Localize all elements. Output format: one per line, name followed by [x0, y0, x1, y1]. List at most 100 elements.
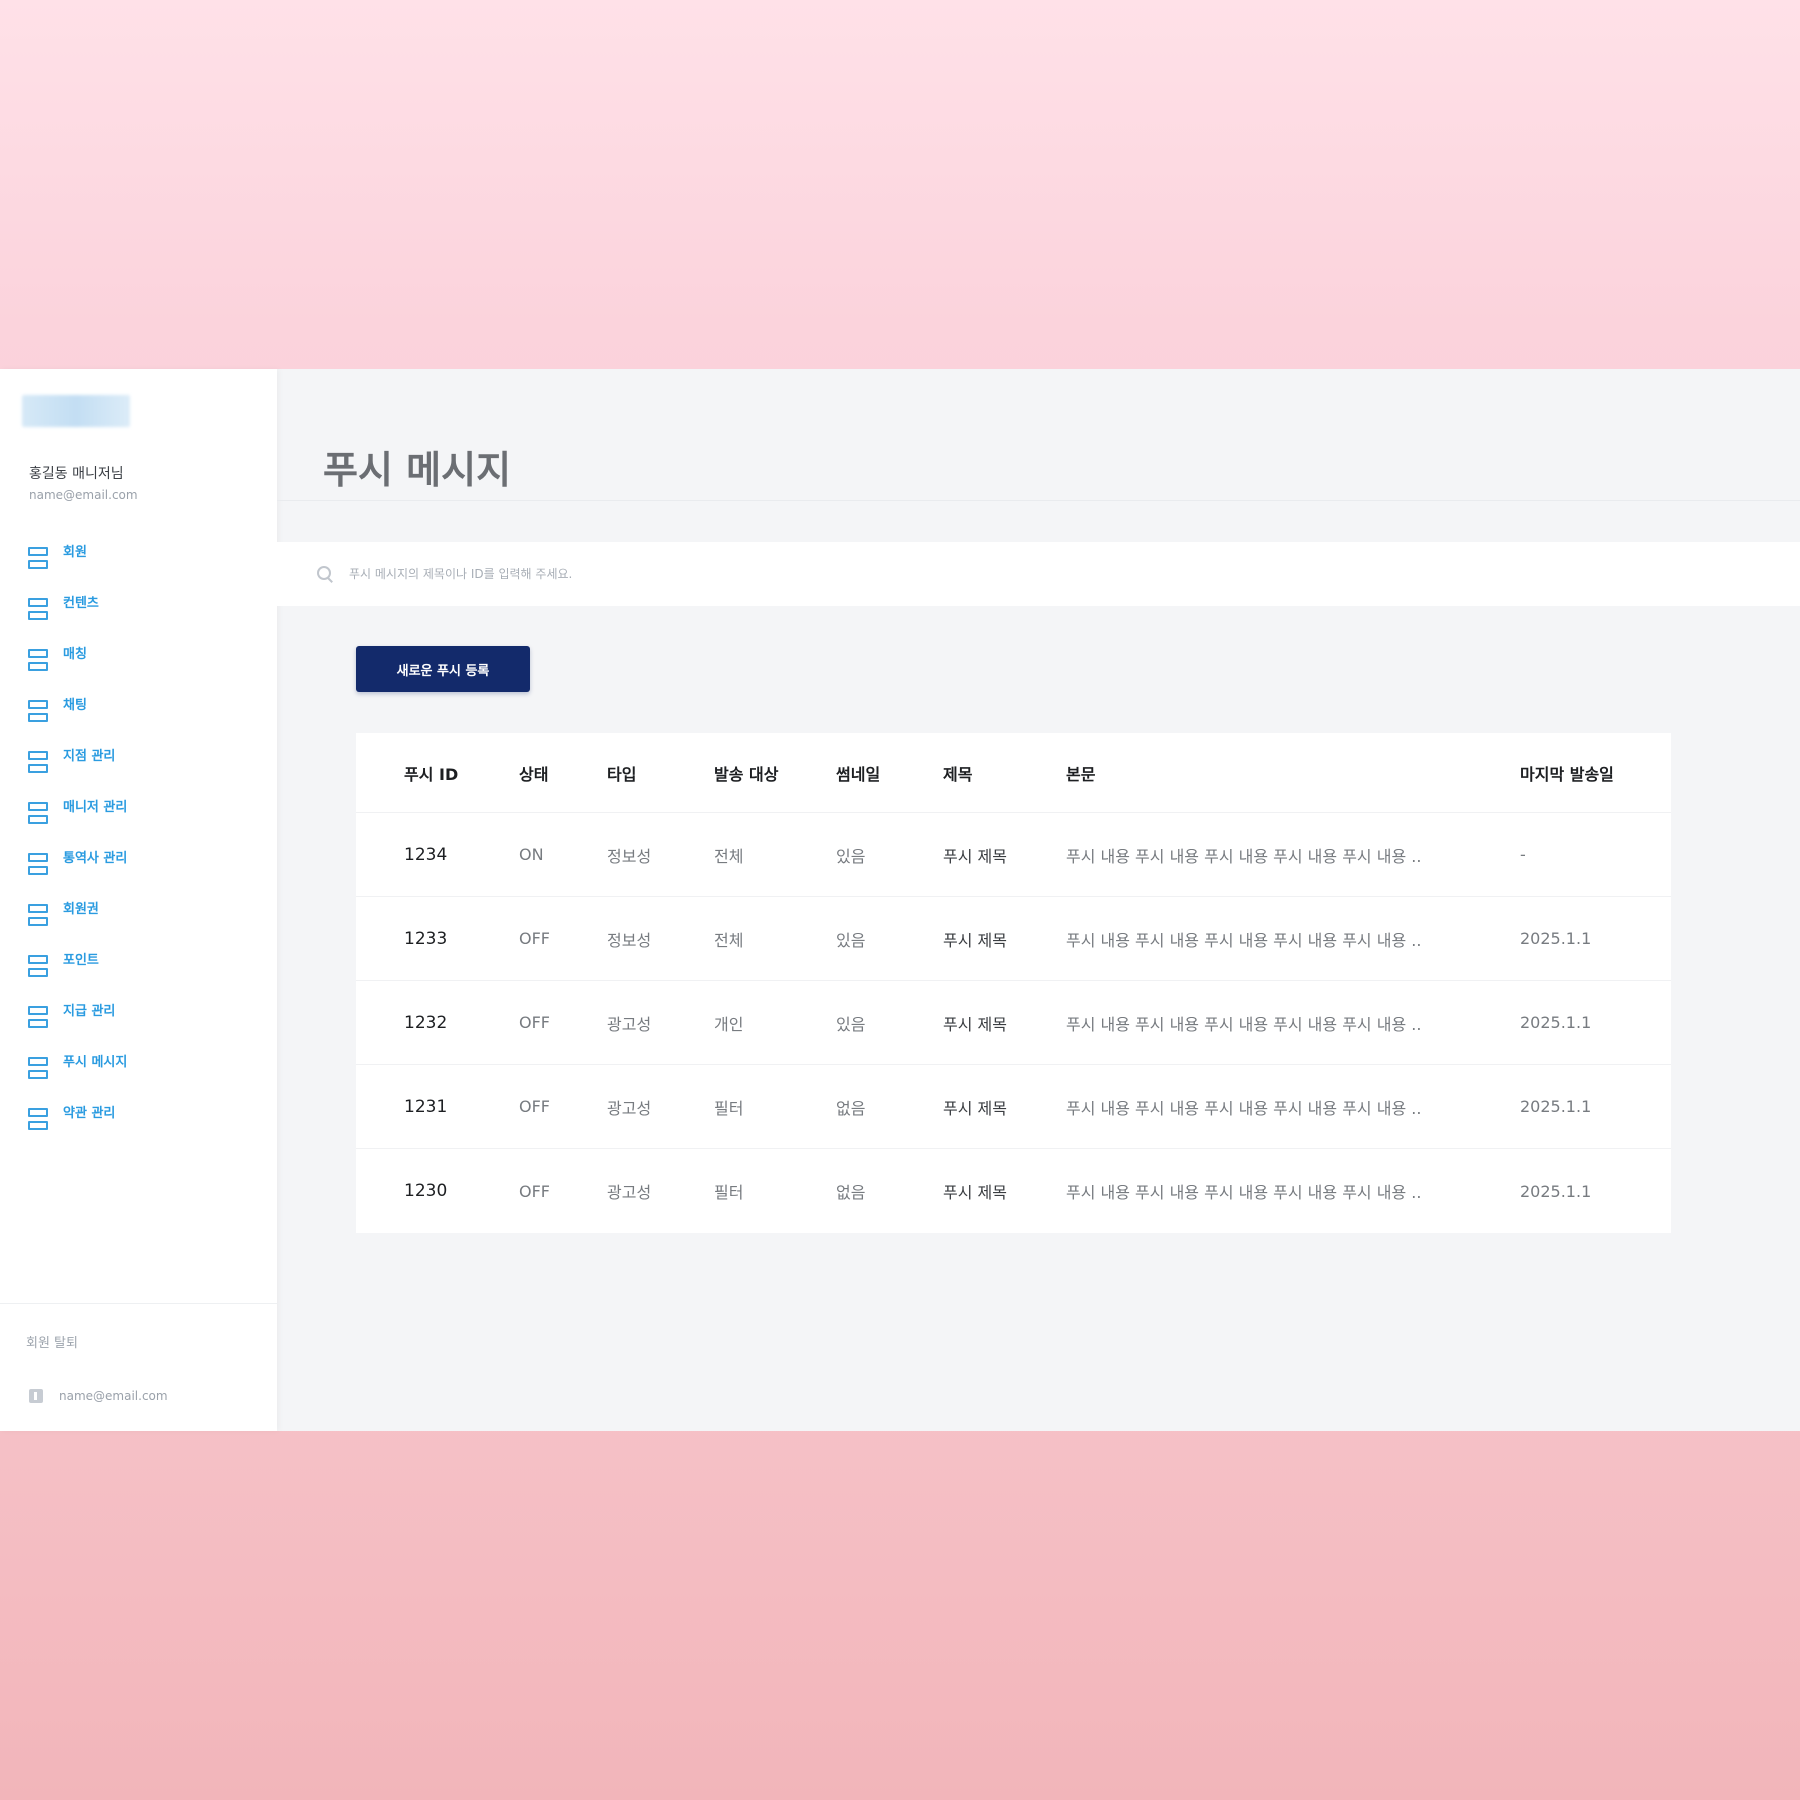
cell-status: OFF — [519, 1097, 550, 1116]
sidebar-item-label: 매니저 관리 — [63, 800, 128, 815]
list-icon — [28, 598, 48, 620]
sidebar-menu: 회원 컨텐츠 매칭 채팅 지점 관리 매니저 관리 통역사 관리 회원권 포인트… — [28, 541, 127, 1153]
footer-email: name@email.com — [59, 1389, 168, 1403]
cell-body: 푸시 내용 푸시 내용 푸시 내용 푸시 내용 푸시 내용 .. — [1066, 1183, 1422, 1202]
sidebar-item-label: 지점 관리 — [63, 749, 116, 764]
cell-thumbnail: 있음 — [836, 930, 866, 950]
sidebar-item-points[interactable]: 포인트 — [28, 949, 127, 1000]
cell-last-sent: 2025.1.1 — [1520, 1013, 1592, 1032]
list-icon — [28, 1006, 48, 1028]
sidebar-item-memberships[interactable]: 회원권 — [28, 898, 127, 949]
list-icon — [28, 700, 48, 722]
sidebar-item-label: 약관 관리 — [63, 1106, 116, 1121]
cell-title: 푸시 제목 — [943, 1183, 1007, 1202]
list-icon — [28, 904, 48, 926]
page-title: 푸시 메시지 — [323, 448, 512, 492]
cell-title: 푸시 제목 — [943, 930, 1007, 950]
withdraw-link[interactable]: 회원 탈퇴 — [26, 1332, 78, 1351]
push-table: 푸시 ID 상태 타입 발송 대상 썸네일 제목 본문 마지막 발송일 1234… — [356, 733, 1671, 1233]
list-icon — [28, 853, 48, 875]
cell-status: ON — [519, 845, 544, 864]
cell-type: 광고성 — [607, 1014, 652, 1034]
user-email: name@email.com — [29, 488, 138, 502]
sidebar-item-contents[interactable]: 컨텐츠 — [28, 592, 127, 643]
cell-target: 필터 — [714, 1098, 744, 1118]
cell-id: 1230 — [404, 1181, 448, 1201]
list-icon — [28, 1057, 48, 1079]
cell-title: 푸시 제목 — [943, 1014, 1007, 1034]
logo — [22, 395, 130, 427]
sidebar-item-terms[interactable]: 약관 관리 — [28, 1102, 127, 1153]
cell-type: 정보성 — [607, 930, 652, 950]
sidebar-item-matching[interactable]: 매칭 — [28, 643, 127, 694]
list-icon — [28, 802, 48, 824]
sidebar-item-label: 채팅 — [63, 698, 87, 713]
table-row[interactable]: 1232 OFF 광고성 개인 있음 푸시 제목 푸시 내용 푸시 내용 푸시 … — [356, 981, 1671, 1065]
cell-status: OFF — [519, 1181, 550, 1201]
sidebar-item-label: 통역사 관리 — [63, 851, 128, 866]
sidebar-item-members[interactable]: 회원 — [28, 541, 127, 592]
list-icon — [28, 751, 48, 773]
cell-target: 전체 — [714, 846, 744, 866]
new-push-button[interactable]: 새로운 푸시 등록 — [356, 646, 530, 692]
sidebar-item-label: 회원 — [63, 545, 87, 560]
cell-last-sent: 2025.1.1 — [1520, 1097, 1592, 1116]
search-input[interactable] — [349, 567, 1249, 581]
cell-title: 푸시 제목 — [943, 846, 1007, 866]
cell-body: 푸시 내용 푸시 내용 푸시 내용 푸시 내용 푸시 내용 .. — [1066, 1014, 1422, 1034]
header-title[interactable]: 제목 — [943, 761, 1066, 785]
header-target[interactable]: 발송 대상 — [714, 761, 836, 785]
cell-target: 개인 — [714, 1014, 744, 1034]
sidebar-footer: 회원 탈퇴 name@email.com — [0, 1303, 277, 1431]
cell-type: 광고성 — [607, 1098, 652, 1118]
list-icon — [28, 649, 48, 671]
cell-status: OFF — [519, 929, 550, 948]
table-row[interactable]: 1233 OFF 정보성 전체 있음 푸시 제목 푸시 내용 푸시 내용 푸시 … — [356, 897, 1671, 981]
header-last-sent[interactable]: 마지막 발송일 — [1520, 761, 1670, 785]
sidebar-item-label: 회원권 — [63, 902, 99, 917]
sidebar-item-chat[interactable]: 채팅 — [28, 694, 127, 745]
user-name: 홍길동 매니저님 — [29, 466, 124, 482]
header-id[interactable]: 푸시 ID — [356, 761, 519, 785]
sidebar-item-label: 컨텐츠 — [63, 596, 99, 611]
list-icon — [28, 1108, 48, 1130]
cell-id: 1233 — [404, 928, 448, 949]
cell-last-sent: - — [1520, 845, 1526, 864]
cell-thumbnail: 없음 — [836, 1098, 866, 1118]
cell-status: OFF — [519, 1013, 550, 1032]
table-row[interactable]: 1231 OFF 광고성 필터 없음 푸시 제목 푸시 내용 푸시 내용 푸시 … — [356, 1065, 1671, 1149]
cell-last-sent: 2025.1.1 — [1520, 929, 1592, 948]
cell-thumbnail: 있음 — [836, 846, 866, 866]
header-type[interactable]: 타입 — [607, 761, 714, 785]
sidebar-item-label: 푸시 메시지 — [63, 1055, 128, 1070]
header-body[interactable]: 본문 — [1066, 761, 1520, 785]
cell-type: 정보성 — [607, 846, 652, 866]
cell-thumbnail: 없음 — [836, 1183, 866, 1202]
cell-id: 1232 — [404, 1012, 448, 1033]
cell-id: 1231 — [404, 1096, 448, 1117]
cell-thumbnail: 있음 — [836, 1014, 866, 1034]
cell-id: 1234 — [404, 844, 448, 865]
list-icon — [28, 955, 48, 977]
table-row[interactable]: 1230 OFF 광고성 필터 없음 푸시 제목 푸시 내용 푸시 내용 푸시 … — [356, 1149, 1671, 1233]
sidebar-item-payouts[interactable]: 지급 관리 — [28, 1000, 127, 1051]
header-thumbnail[interactable]: 썸네일 — [836, 761, 943, 785]
sidebar: 홍길동 매니저님 name@email.com 회원 컨텐츠 매칭 채팅 지점 … — [0, 369, 277, 1431]
cell-last-sent: 2025.1.1 — [1520, 1181, 1592, 1201]
cell-body: 푸시 내용 푸시 내용 푸시 내용 푸시 내용 푸시 내용 .. — [1066, 846, 1422, 866]
main-content: 푸시 메시지 새로운 푸시 등록 푸시 ID 상태 타입 발송 대상 썸네일 제… — [277, 369, 1800, 1431]
search-bar — [277, 542, 1800, 606]
list-icon — [28, 547, 48, 569]
cell-title: 푸시 제목 — [943, 1098, 1007, 1118]
table-row[interactable]: 1234 ON 정보성 전체 있음 푸시 제목 푸시 내용 푸시 내용 푸시 내… — [356, 813, 1671, 897]
sidebar-item-push-messages[interactable]: 푸시 메시지 — [28, 1051, 127, 1102]
cell-target: 전체 — [714, 930, 744, 950]
footer-user[interactable]: name@email.com — [29, 1389, 168, 1403]
cell-target: 필터 — [714, 1183, 744, 1202]
sidebar-item-branches[interactable]: 지점 관리 — [28, 745, 127, 796]
header-status[interactable]: 상태 — [519, 761, 607, 785]
sidebar-item-label: 매칭 — [63, 647, 87, 662]
sidebar-item-managers[interactable]: 매니저 관리 — [28, 796, 127, 847]
sidebar-item-interpreters[interactable]: 통역사 관리 — [28, 847, 127, 898]
info-icon — [29, 1389, 43, 1403]
